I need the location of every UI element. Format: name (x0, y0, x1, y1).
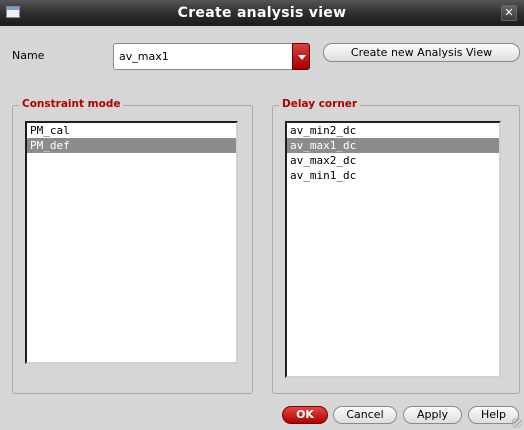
list-item[interactable]: av_max1_dc (287, 138, 499, 153)
name-combobox[interactable]: av_max1 (113, 43, 310, 70)
create-analysis-view-dialog: Create analysis view ✕ Name av_max1 Crea… (0, 0, 524, 430)
resize-grip-icon[interactable] (512, 418, 522, 428)
window-title: Create analysis view (177, 5, 347, 21)
delay-corner-title: Delay corner (279, 98, 361, 110)
constraint-mode-title: Constraint mode (19, 98, 124, 110)
name-value: av_max1 (119, 50, 169, 63)
name-label: Name (12, 49, 45, 62)
apply-button[interactable]: Apply (403, 406, 462, 424)
list-item[interactable]: PM_def (27, 138, 236, 153)
create-new-analysis-view-button[interactable]: Create new Analysis View (323, 43, 520, 62)
list-item[interactable]: av_min1_dc (287, 168, 499, 183)
cancel-button[interactable]: Cancel (333, 406, 397, 424)
delay-corner-list[interactable]: av_min2_dc av_max1_dc av_max2_dc av_min1… (285, 121, 501, 378)
list-item[interactable]: PM_cal (27, 123, 236, 138)
constraint-mode-group: Constraint mode PM_cal PM_def (12, 98, 253, 394)
constraint-mode-list[interactable]: PM_cal PM_def (25, 121, 238, 364)
ok-button[interactable]: OK (282, 406, 328, 424)
list-item[interactable]: av_max2_dc (287, 153, 499, 168)
title-bar[interactable]: Create analysis view ✕ (0, 0, 524, 26)
list-item[interactable]: av_min2_dc (287, 123, 499, 138)
close-button[interactable]: ✕ (501, 5, 517, 21)
delay-corner-group: Delay corner av_min2_dc av_max1_dc av_ma… (272, 98, 520, 394)
chevron-down-icon[interactable] (292, 43, 310, 70)
